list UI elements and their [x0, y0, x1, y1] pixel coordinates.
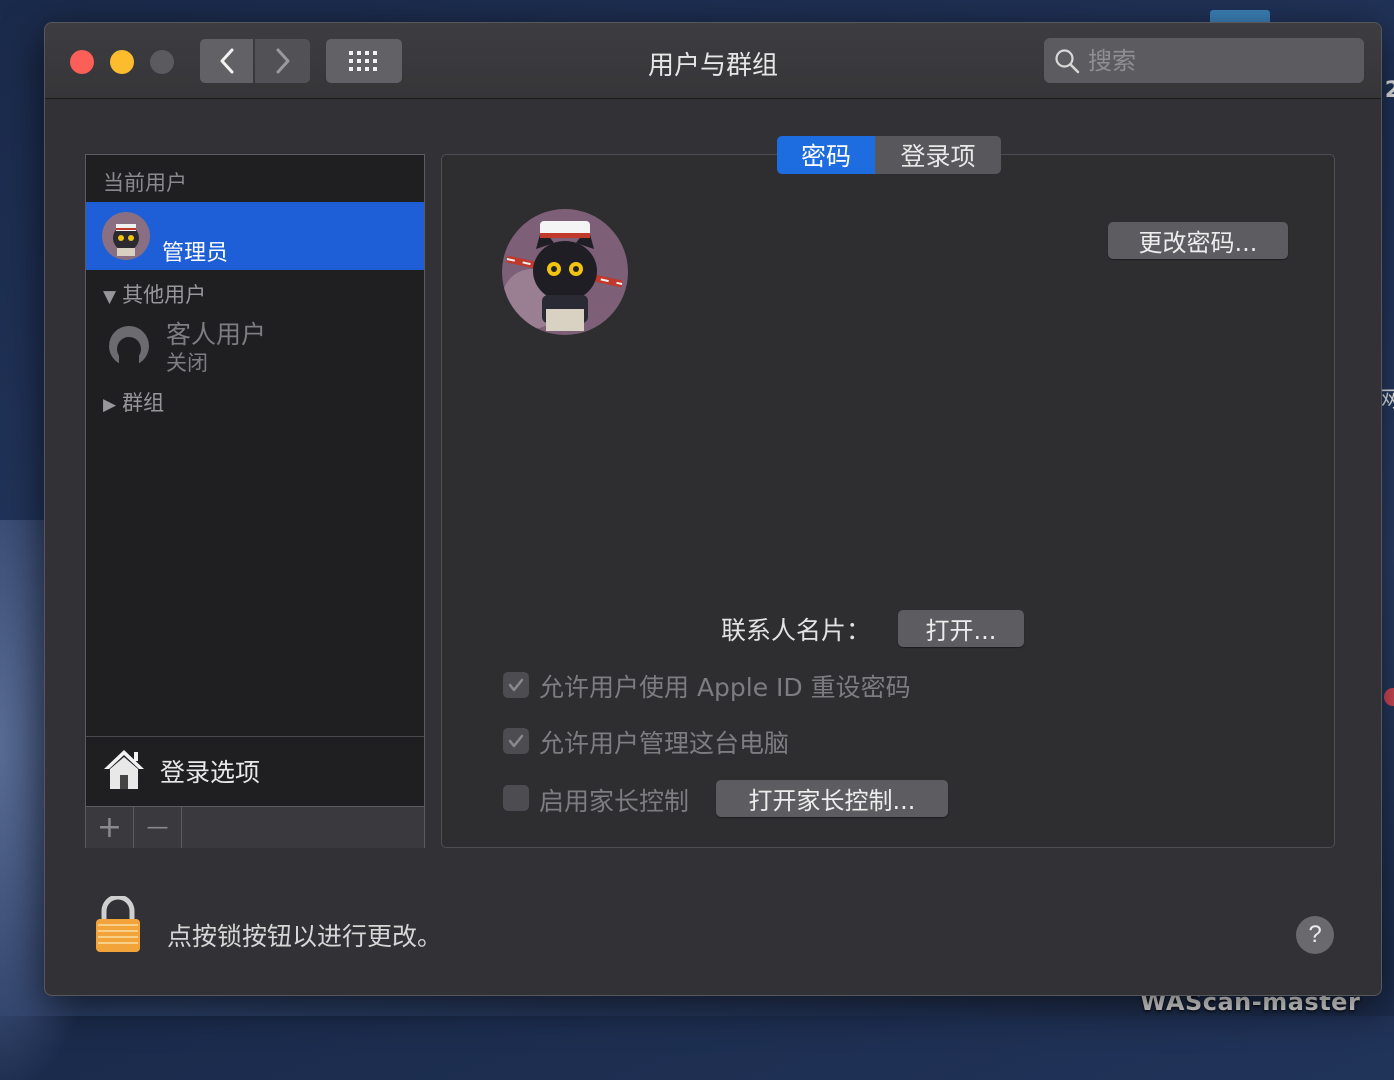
- groups-label: 群组: [122, 391, 165, 415]
- user-list-sidebar: 当前用户 管理员 ▼ 其他用户 客人用户 关闭 ▶ 群组 登录选项 + —: [85, 154, 425, 848]
- change-password-button[interactable]: 更改密码...: [1108, 222, 1288, 259]
- login-options-row[interactable]: 登录选项: [86, 737, 424, 805]
- help-button[interactable]: ?: [1296, 916, 1334, 954]
- remove-user-button[interactable]: —: [134, 807, 182, 848]
- login-options-label: 登录选项: [160, 758, 261, 787]
- desktop-red-dot: [1384, 688, 1394, 706]
- guest-user-status: 关闭: [166, 351, 208, 375]
- apple-id-reset-label: 允许用户使用 Apple ID 重设密码: [539, 673, 911, 702]
- checkmark-icon: [508, 678, 524, 692]
- lock-icon[interactable]: [93, 896, 143, 954]
- add-user-button[interactable]: +: [86, 807, 134, 848]
- other-users-header: 其他用户: [122, 283, 207, 307]
- user-row-admin[interactable]: 管理员: [86, 202, 424, 270]
- other-users-section[interactable]: ▼ 其他用户: [103, 279, 206, 309]
- tab-password[interactable]: 密码: [777, 136, 875, 174]
- search-input[interactable]: [1088, 38, 1348, 83]
- checkmark-icon: [508, 734, 524, 748]
- apple-id-reset-checkbox[interactable]: [503, 672, 529, 698]
- desktop-edge-text: 2: [1384, 78, 1394, 103]
- house-icon: [104, 750, 144, 789]
- contact-card-label: 联系人名片：: [720, 616, 871, 645]
- user-name-admin: 管理员: [162, 241, 229, 266]
- preferences-window: 用户与群组 当前用户 管理员: [44, 22, 1382, 996]
- groups-section[interactable]: ▶ 群组: [103, 387, 164, 417]
- disclosure-right-icon: ▶: [103, 395, 117, 415]
- desktop-folder-icon[interactable]: [1210, 10, 1270, 22]
- sidebar-toolbar: + —: [86, 806, 424, 848]
- current-users-header: 当前用户: [103, 171, 187, 195]
- allow-admin-checkbox[interactable]: [503, 728, 529, 754]
- guest-user-icon: [109, 326, 149, 367]
- lock-instruction-text: 点按锁按钮以进行更改。: [167, 922, 443, 951]
- titlebar: 用户与群组: [45, 23, 1381, 99]
- parental-controls-label: 启用家长控制: [539, 787, 690, 816]
- search-icon: [1055, 49, 1080, 74]
- parental-controls-checkbox[interactable]: [503, 785, 529, 811]
- user-avatar: [102, 212, 150, 260]
- search-field[interactable]: [1044, 38, 1364, 83]
- disclosure-down-icon: ▼: [103, 287, 117, 307]
- open-contact-card-button[interactable]: 打开...: [898, 610, 1024, 647]
- allow-admin-label: 允许用户管理这台电脑: [539, 729, 790, 758]
- user-picture[interactable]: [502, 209, 628, 335]
- guest-user-name[interactable]: 客人用户: [166, 315, 266, 351]
- open-parental-controls-button[interactable]: 打开家长控制...: [716, 780, 948, 817]
- tab-bar: 密码 登录项: [777, 136, 1001, 174]
- tab-login-items[interactable]: 登录项: [875, 136, 1001, 174]
